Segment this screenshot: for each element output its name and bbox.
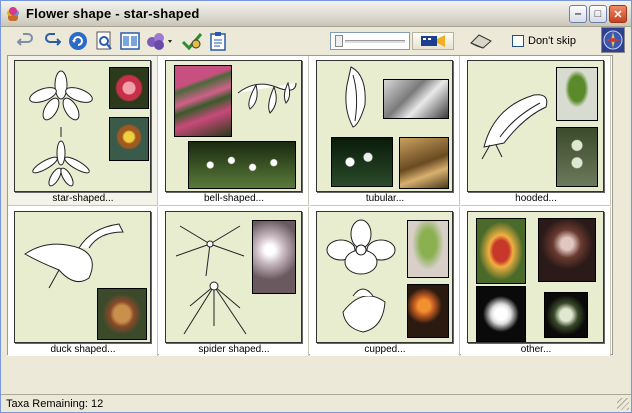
maximize-icon: □: [594, 8, 602, 20]
redo-button[interactable]: [41, 30, 63, 52]
dont-skip-option[interactable]: Don't skip: [512, 35, 576, 47]
star-flower-photo: [109, 117, 149, 161]
minimize-icon: ‒: [574, 8, 582, 20]
compass-logo-icon: [603, 30, 623, 50]
redo-icon: [45, 33, 61, 46]
eraser-icon: [470, 34, 492, 49]
card-label: hooded...: [515, 193, 557, 204]
shape-grid: star-shaped... bell-shaped... tubular...…: [7, 55, 613, 357]
maximize-button[interactable]: □: [589, 5, 607, 23]
window-title: Flower shape - star-shaped: [26, 6, 200, 21]
tubular-flower-sketch-icon: [345, 66, 366, 128]
zoom-slider-thumb[interactable]: [335, 35, 343, 47]
check-icon: [181, 33, 203, 51]
cupped-flower-photo: [407, 220, 449, 278]
duck-flower-sketch-icon: [24, 223, 124, 289]
zoom-slider[interactable]: [330, 32, 410, 50]
card-image: [316, 211, 453, 343]
bell-flower-sketch-icon: [237, 81, 297, 114]
dont-skip-label: Don't skip: [528, 35, 576, 47]
spider-flower-photo: [252, 220, 296, 294]
other-flower-photo: [538, 218, 596, 282]
clipboard-icon: [210, 32, 226, 51]
title-bar[interactable]: Flower shape - star-shaped ‒ □ ✕: [1, 1, 631, 27]
vertical-scrollbar[interactable]: [613, 55, 629, 393]
hooded-flower-photo: [556, 127, 598, 187]
other-flower-photo: [476, 218, 526, 284]
multi-select-button[interactable]: [145, 30, 177, 52]
close-button[interactable]: ✕: [609, 5, 627, 23]
preview-button[interactable]: [93, 30, 115, 52]
card-spider-shaped[interactable]: spider shaped...: [159, 207, 309, 357]
toolbar: Don't skip: [1, 27, 631, 55]
bell-flower-photo: [174, 65, 232, 137]
check-button[interactable]: [181, 30, 203, 52]
other-flower-photo: [544, 292, 588, 338]
tubular-flower-photo: [383, 79, 449, 119]
star-flower-sketch-icon: [29, 70, 93, 187]
card-label: cupped...: [364, 344, 406, 355]
dont-skip-checkbox[interactable]: [512, 35, 524, 47]
tubular-flower-photo: [331, 137, 393, 187]
spider-flower-sketch-icon: [175, 225, 247, 335]
refresh-icon: [69, 32, 87, 50]
flower-pot-icon: [5, 6, 21, 22]
app-logo-button[interactable]: [601, 27, 625, 53]
card-image: [467, 211, 604, 343]
film-camera-icon: [421, 35, 445, 47]
card-image: [14, 211, 151, 343]
card-image: [165, 211, 302, 343]
app-window: Flower shape - star-shaped ‒ □ ✕ Don't s…: [0, 0, 632, 413]
bell-flower-photo: [188, 141, 296, 189]
tubular-flower-photo: [399, 137, 449, 189]
card-label: spider shaped...: [198, 344, 270, 355]
card-label: tubular...: [365, 193, 405, 204]
preview-icon: [96, 31, 112, 50]
duck-flower-photo: [97, 288, 147, 340]
multi-select-icon: [147, 33, 172, 50]
refresh-button[interactable]: [67, 30, 89, 52]
card-image: [14, 60, 151, 192]
close-icon: ✕: [613, 8, 623, 21]
star-flower-photo: [109, 67, 149, 109]
minimize-button[interactable]: ‒: [569, 5, 587, 23]
card-image: [467, 60, 604, 192]
cupped-flower-sketch-icon: [326, 219, 396, 333]
card-label: duck shaped...: [50, 344, 116, 355]
grid-empty-area: [7, 356, 613, 393]
undo-icon: [17, 33, 33, 46]
card-image: [165, 60, 302, 192]
card-label: bell-shaped...: [203, 193, 265, 204]
card-hooded[interactable]: hooded...: [461, 56, 611, 206]
cupped-flower-photo: [407, 284, 449, 338]
clear-button[interactable]: [461, 31, 501, 51]
card-cupped[interactable]: cupped...: [310, 207, 460, 357]
status-bar: Taxa Remaining: 12: [1, 394, 631, 412]
clipboard-button[interactable]: [207, 30, 229, 52]
card-bell-shaped[interactable]: bell-shaped...: [159, 56, 309, 206]
card-tubular[interactable]: tubular...: [310, 56, 460, 206]
undo-button[interactable]: [15, 30, 37, 52]
resize-grip-icon[interactable]: [617, 398, 629, 410]
card-image: [316, 60, 453, 192]
card-duck-shaped[interactable]: duck shaped...: [8, 207, 158, 357]
card-other[interactable]: other...: [461, 207, 611, 357]
other-flower-photo: [476, 286, 526, 342]
hooded-flower-photo: [556, 67, 598, 121]
columns-button[interactable]: [119, 30, 141, 52]
taxa-remaining-status: Taxa Remaining: 12: [6, 397, 104, 410]
columns-icon: [120, 32, 140, 50]
card-star-shaped[interactable]: star-shaped...: [8, 56, 158, 206]
card-label: other...: [520, 344, 552, 355]
slideshow-button[interactable]: [412, 32, 454, 50]
hooded-flower-sketch-icon: [481, 94, 548, 160]
card-label: star-shaped...: [52, 193, 114, 204]
